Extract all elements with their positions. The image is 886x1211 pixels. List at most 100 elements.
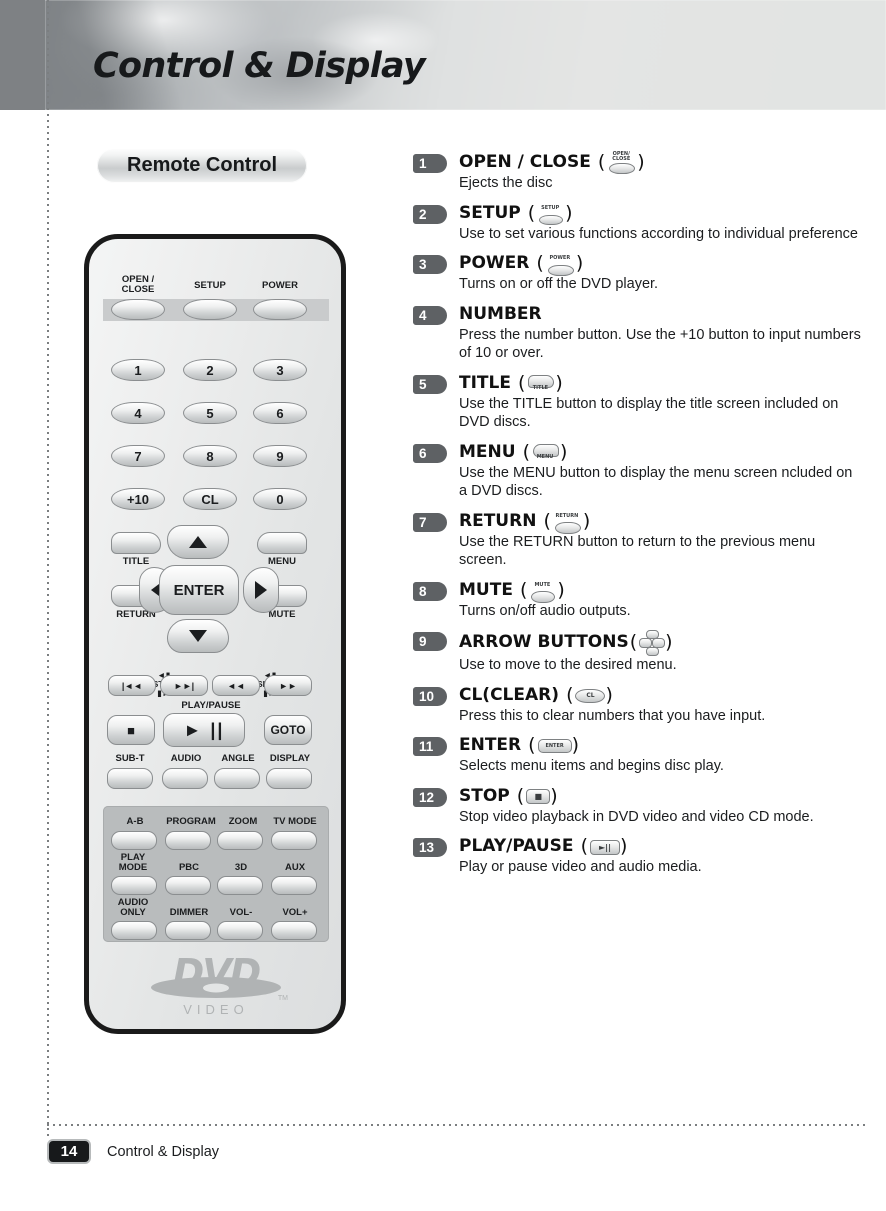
remote-button-angle[interactable]: [214, 768, 260, 789]
remote-label-program: PROGRAM: [166, 816, 216, 827]
remote-button-play-mode[interactable]: [111, 876, 157, 895]
legend-title-text: OPEN / CLOSE: [459, 152, 591, 172]
remote-button-next[interactable]: ►►|: [160, 675, 208, 696]
remote-button-8[interactable]: 8: [183, 445, 237, 467]
legend-title-text: TITLE: [459, 372, 511, 393]
legend-item: 13 PLAY/PAUSE ( ►|| ) Play or pause vide…: [413, 836, 863, 877]
remote-button-fast-forward[interactable]: ►►: [264, 675, 312, 696]
remote-button-1[interactable]: 1: [111, 359, 165, 381]
remote-label-play-mode: PLAY MODE: [118, 852, 148, 873]
remote-button-prev[interactable]: |◄◄: [108, 675, 156, 696]
remote-button-plus10[interactable]: +10: [111, 488, 165, 510]
legend-paren-open: (: [574, 835, 588, 857]
legend-number-badge: 12: [413, 787, 447, 807]
remote-button-menu[interactable]: [257, 532, 307, 554]
legend-number-badge: 13: [413, 838, 447, 857]
legend-item: 4 NUMBER Press the number button. Use th…: [413, 304, 863, 363]
menu-icon-caption: MENU: [536, 453, 554, 460]
page-footer: 14 Control & Display: [47, 1139, 219, 1164]
legend-description: Stop video playback in DVD video and vid…: [459, 808, 814, 825]
legend-number-badge: 10: [413, 686, 447, 706]
remote-button-9[interactable]: 9: [253, 445, 307, 467]
legend-title: MENU ( MENU ): [459, 442, 863, 462]
title-button-icon: TITLE: [526, 373, 555, 393]
remote-button-arrow-up[interactable]: [167, 525, 229, 559]
remote-button-zoom[interactable]: [217, 831, 263, 850]
legend-title-text: POWER: [459, 253, 530, 273]
remote-label-display: DISPLAY: [269, 753, 311, 764]
button-legend-list: 1 OPEN / CLOSE ( OPEN/ CLOSE ) Ejects th…: [413, 152, 863, 887]
remote-button-enter[interactable]: ENTER: [159, 565, 239, 615]
legend-paren-close: ): [571, 734, 580, 756]
stop-icon-pill: ■: [526, 789, 551, 804]
remote-label-open-close: OPEN / CLOSE: [121, 274, 155, 295]
remote-button-a-b[interactable]: [111, 831, 157, 850]
remote-button-vol-down[interactable]: [217, 921, 263, 940]
remote-button-pbc[interactable]: [165, 876, 211, 895]
remote-label-title: TITLE: [122, 556, 150, 567]
legend-item: 5 TITLE ( TITLE ) Use the TITLE button t…: [413, 373, 863, 432]
play-pause-button-icon: ►||: [589, 839, 620, 855]
legend-number-badge: 7: [413, 512, 447, 532]
remote-button-setup[interactable]: [183, 299, 237, 320]
remote-button-display[interactable]: [266, 768, 312, 789]
power-button-icon: POWER: [545, 253, 575, 276]
remote-button-audio-only[interactable]: [111, 921, 157, 940]
enter-icon-pill: ENTER: [537, 739, 572, 753]
remote-button-sub-t[interactable]: [107, 768, 153, 789]
play-pause-icon-caption: ►||: [599, 842, 611, 852]
remote-button-power[interactable]: [253, 299, 307, 320]
remote-button-0[interactable]: 0: [253, 488, 307, 510]
legend-description: Press the number button. Use the +10 but…: [459, 326, 861, 362]
legend-paren-close: ): [550, 784, 558, 807]
remote-label-play-pause: PLAY/PAUSE: [181, 700, 241, 711]
cl-icon-caption: CL: [586, 692, 595, 699]
remote-button-5[interactable]: 5: [183, 402, 237, 424]
legend-item: 1 OPEN / CLOSE ( OPEN/ CLOSE ) Ejects th…: [413, 152, 863, 193]
remote-button-7[interactable]: 7: [111, 445, 165, 467]
remote-label-aux: AUX: [284, 862, 306, 873]
remote-button-audio[interactable]: [162, 768, 208, 789]
remote-button-goto[interactable]: GOTO: [264, 715, 312, 745]
legend-title: POWER ( POWER ): [459, 253, 863, 276]
legend-number-badge: 11: [413, 737, 447, 756]
legend-description: Use to set various functions according t…: [459, 225, 858, 242]
remote-label-tv-mode: TV MODE: [273, 816, 317, 827]
remote-button-title[interactable]: [111, 532, 161, 554]
remote-label-vol-down: VOL-: [229, 907, 253, 918]
legend-description: Press this to clear numbers that you hav…: [459, 707, 766, 724]
legend-paren-close: ): [560, 440, 568, 463]
remote-button-program[interactable]: [165, 831, 211, 850]
remote-button-stop[interactable]: ■: [107, 715, 155, 745]
legend-paren-open: (: [560, 683, 574, 706]
legend-title-text: NUMBER: [459, 303, 542, 324]
remote-button-vol-up[interactable]: [271, 921, 317, 940]
legend-title-text: MUTE: [459, 579, 513, 600]
remote-label-power: POWER: [262, 280, 298, 291]
header-left-bar: [0, 0, 45, 110]
legend-item: 12 STOP ( ■ ) Stop video playback in DVD…: [413, 786, 863, 827]
enter-icon-caption: ENTER: [545, 742, 564, 749]
remote-button-3d[interactable]: [217, 876, 263, 895]
remote-button-aux[interactable]: [271, 876, 317, 895]
remote-button-dimmer[interactable]: [165, 921, 211, 940]
remote-button-arrow-right[interactable]: [243, 567, 279, 613]
remote-button-arrow-down[interactable]: [167, 619, 229, 653]
arrow-buttons-icon: [638, 630, 666, 656]
remote-button-open-close[interactable]: [111, 299, 165, 320]
legend-description: Use the MENU button to display the menu …: [459, 464, 853, 500]
remote-button-play-pause[interactable]: ► ||: [163, 713, 245, 747]
page-header: Control & Display: [0, 0, 886, 110]
remote-button-3[interactable]: 3: [253, 359, 307, 381]
remote-button-cl[interactable]: CL: [183, 488, 237, 510]
dvd-logo-sub: VIDEO: [183, 1002, 249, 1017]
legend-title: SETUP ( SETUP ): [459, 203, 863, 225]
remote-button-rewind[interactable]: ◄◄: [212, 675, 260, 696]
legend-title: CL(CLEAR) ( CL ): [459, 685, 863, 705]
remote-button-6[interactable]: 6: [253, 402, 307, 424]
legend-title: ARROW BUTTONS ( ): [459, 630, 863, 656]
remote-button-4[interactable]: 4: [111, 402, 165, 424]
remote-button-2[interactable]: 2: [183, 359, 237, 381]
open-close-icon-caption: OPEN/ CLOSE: [612, 151, 631, 162]
remote-button-tv-mode[interactable]: [271, 831, 317, 850]
